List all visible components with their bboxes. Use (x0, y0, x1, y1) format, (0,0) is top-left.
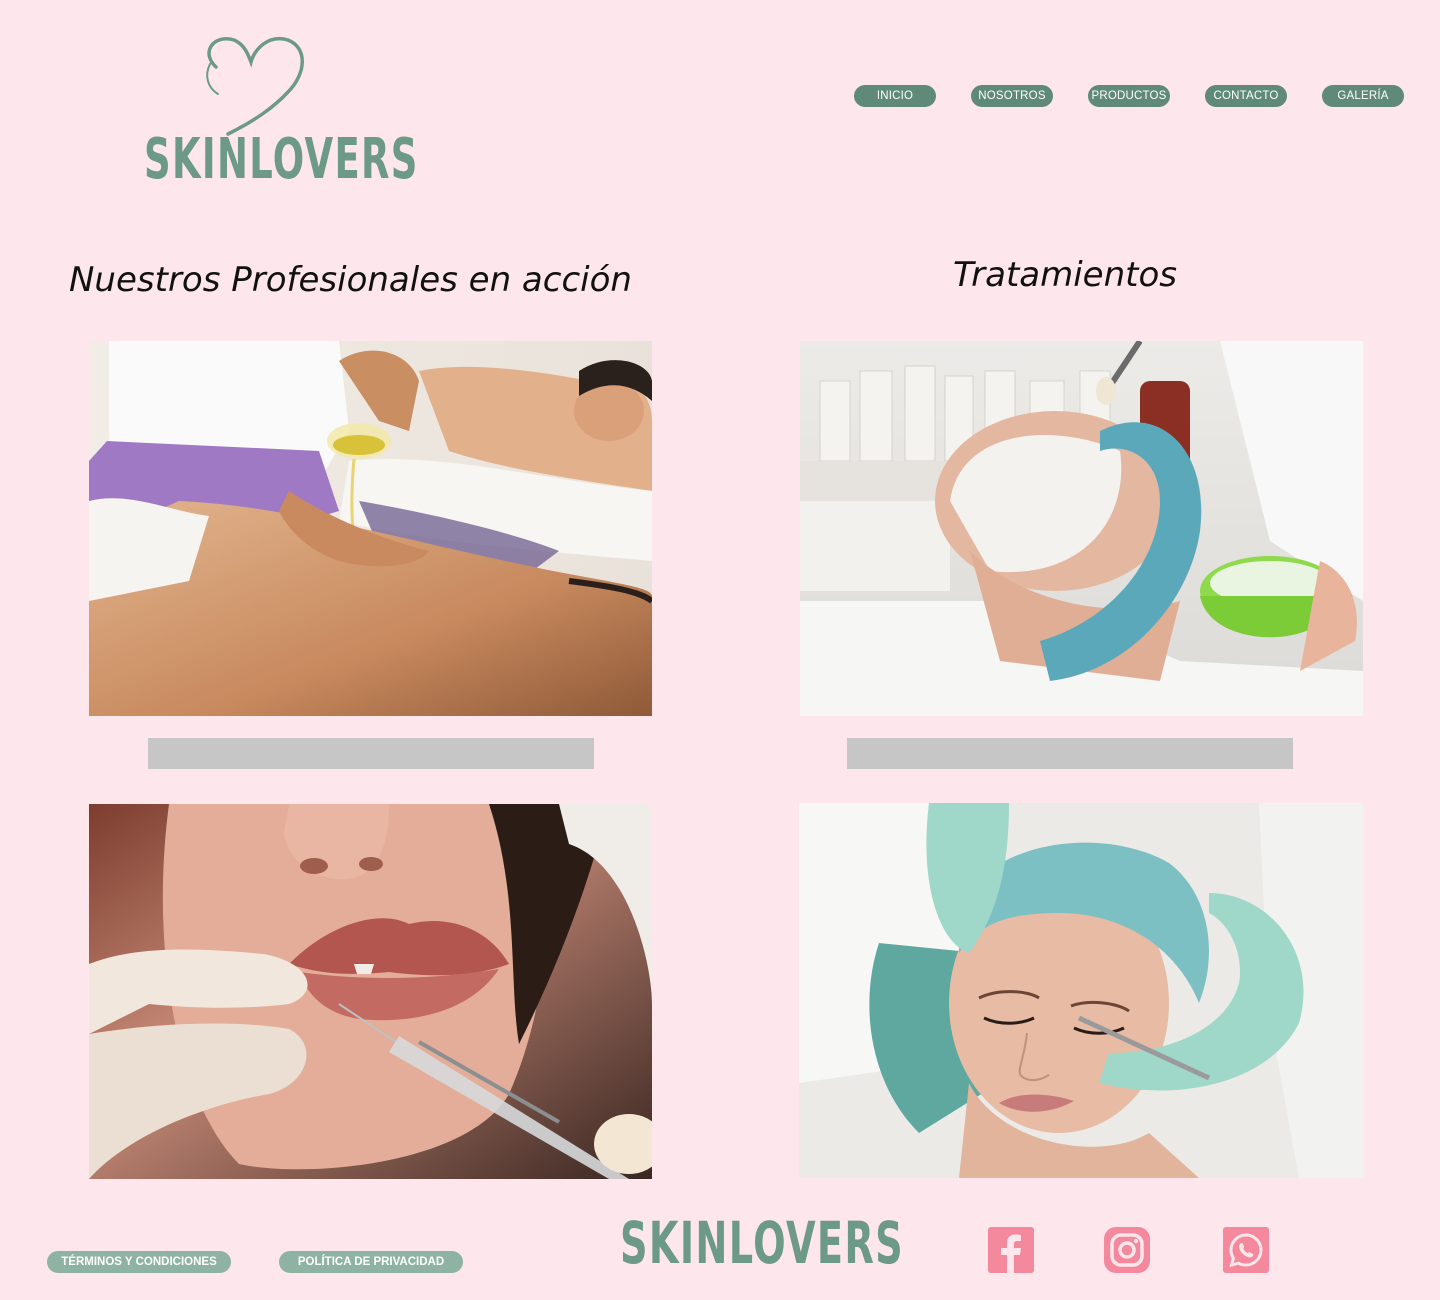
whatsapp-icon[interactable] (1223, 1227, 1269, 1273)
nav-item-nosotros[interactable]: NOSOTROS (971, 85, 1053, 107)
nav-item-contacto[interactable]: CONTACTO (1205, 85, 1287, 107)
caption-placeholder (148, 738, 594, 769)
caption-placeholder (847, 738, 1293, 769)
lip-injection-photo[interactable] (89, 804, 652, 1179)
brand-wordmark: SKINLOVERS (144, 127, 419, 192)
privacy-link[interactable]: POLÍTICA DE PRIVACIDAD (279, 1251, 463, 1273)
professionals-heading: Nuestros Profesionales en acción (69, 260, 632, 300)
nav-item-inicio[interactable]: INICIO (854, 85, 936, 107)
terms-link[interactable]: TÉRMINOS Y CONDICIONES (47, 1251, 231, 1273)
nav-item-galeria[interactable]: GALERÍA (1322, 85, 1404, 107)
footer-brand-wordmark: SKINLOVERS (620, 1209, 905, 1277)
instagram-icon[interactable] (1104, 1227, 1150, 1273)
heart-logo-icon (206, 36, 304, 136)
massage-photo[interactable] (89, 341, 652, 716)
treatments-heading: Tratamientos (953, 255, 1177, 295)
facial-treatment-photo[interactable] (799, 803, 1363, 1178)
nav-item-productos[interactable]: PRODUCTOS (1088, 85, 1170, 107)
facebook-icon[interactable] (988, 1227, 1034, 1273)
brand-logo[interactable]: SKINLOVERS (140, 32, 417, 202)
facial-mask-photo[interactable] (800, 341, 1363, 716)
